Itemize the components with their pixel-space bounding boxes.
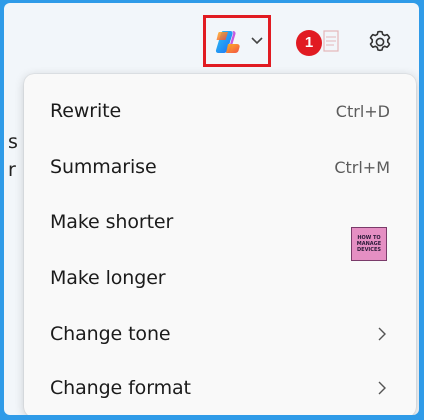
chevron-down-icon — [251, 37, 263, 45]
copilot-menu-button[interactable] — [203, 15, 271, 67]
toolbar: 1 — [4, 3, 419, 75]
app-frame: 1 s r Rewrite Ctrl+D Summarise Ctrl+M Ma… — [4, 3, 419, 415]
menu-item-label: Change tone — [50, 323, 171, 345]
menu-item-label: Make shorter — [50, 211, 174, 233]
menu-item-shortcut: Ctrl+M — [334, 157, 390, 177]
menu-item-change-tone[interactable]: Change tone — [24, 310, 416, 358]
watermark-line: DEVICES — [357, 247, 381, 253]
gear-icon[interactable] — [366, 28, 394, 56]
menu-item-label: Rewrite — [50, 100, 122, 122]
copilot-dropdown-menu: Rewrite Ctrl+D Summarise Ctrl+M Make sho… — [24, 74, 416, 415]
copilot-logo-icon — [215, 31, 240, 53]
menu-item-label: Change format — [50, 377, 191, 399]
watermark-logo: HOW TO MANAGE DEVICES — [351, 227, 387, 261]
menu-item-rewrite[interactable]: Rewrite Ctrl+D — [24, 87, 416, 135]
step-badge: 1 — [296, 30, 322, 56]
menu-item-label: Make longer — [50, 267, 166, 289]
chevron-right-icon — [378, 381, 386, 395]
background-text: r — [8, 159, 16, 181]
menu-item-shortcut: Ctrl+D — [335, 101, 390, 121]
menu-item-summarise[interactable]: Summarise Ctrl+M — [24, 143, 416, 191]
background-text: s — [8, 131, 18, 153]
faded-logo-icon — [323, 30, 339, 52]
menu-item-label: Summarise — [50, 156, 157, 178]
menu-item-change-format[interactable]: Change format — [24, 364, 416, 412]
menu-item-make-longer[interactable]: Make longer — [24, 254, 416, 302]
chevron-right-icon — [378, 327, 386, 341]
